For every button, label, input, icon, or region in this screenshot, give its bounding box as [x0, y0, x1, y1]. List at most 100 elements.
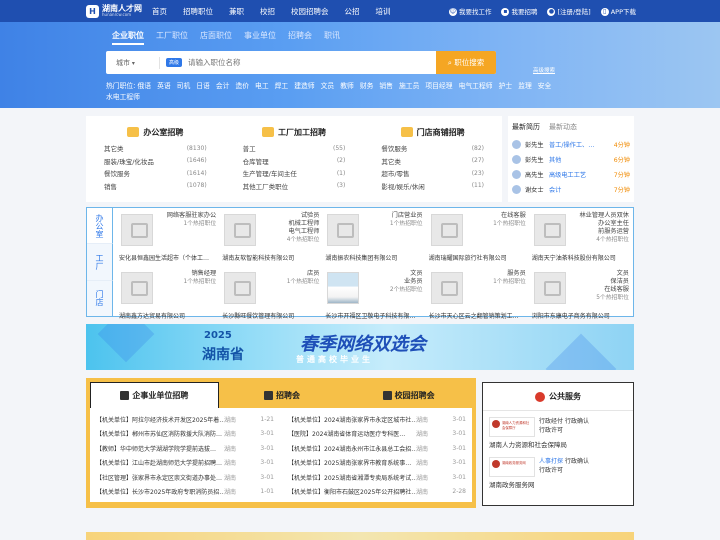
service-link[interactable]: 人事打探 — [539, 458, 563, 465]
hot-link[interactable]: 会计 — [216, 82, 230, 90]
category-row[interactable]: 超市/零售 (23) — [381, 167, 484, 180]
nav-training[interactable]: 培训 — [376, 6, 391, 17]
employer-card[interactable]: 店员 1个热招职位 长沙縣旺餐饮管理有限公司 — [220, 270, 323, 320]
listing-title[interactable]: 【教师】华中师范大学湖湖学院学提前选拔… — [96, 444, 224, 453]
company-logo[interactable] — [121, 272, 153, 304]
hot-link[interactable]: 安全 — [538, 82, 552, 90]
company-logo[interactable] — [327, 214, 360, 246]
listing-title[interactable]: 【机关单位】2024湖南张家界市永定区城市社… — [288, 415, 416, 424]
company-name[interactable]: 湖南天宁油茶科技股份有限公司 — [532, 253, 632, 262]
category-row[interactable]: 影视/娱乐/休闲 (11) — [381, 180, 484, 193]
listing-title[interactable]: 【机关单位】衡阳市石鼓区2025年公开招聘社… — [288, 487, 416, 496]
listing-title[interactable]: 【医院】2024湖南省体育运动医疗专科医… — [288, 429, 416, 438]
job-title[interactable]: 电气工程师 — [287, 228, 319, 236]
listing-title[interactable]: 【机关单位】郴州市苏仙区消防救援大队消防… — [96, 429, 224, 438]
nav-campus-fair[interactable]: 校园招聘会 — [291, 6, 329, 17]
job-title[interactable]: 前服务运营 — [579, 228, 629, 236]
hot-link[interactable]: 销售 — [379, 82, 393, 90]
hot-link[interactable]: 文员 — [321, 82, 335, 90]
company-name[interactable]: 浏阳市东康电子商务有限公司 — [532, 311, 632, 320]
nav-parttime[interactable]: 兼职 — [229, 6, 244, 17]
tab-institution[interactable]: 事业单位 — [244, 30, 276, 45]
employer-card[interactable]: 服务员 1个热招职位 长沙市天心区云之翻管销策划工… — [427, 270, 530, 320]
nav-public-exam[interactable]: 公招 — [345, 6, 360, 17]
service-name[interactable]: 湖南政务服务网 — [489, 479, 535, 489]
category-row[interactable]: 餐饮服务 (82) — [381, 142, 484, 155]
company-name[interactable]: 长沙市天心区云之翻管销策划工… — [429, 311, 529, 320]
listing-title[interactable]: 【机关单位】长沙市2025年政府专职消防员招… — [96, 487, 224, 496]
list-item[interactable]: 【教师】华中师范大学湖湖学院学提前选拔… 湖南 3-01 — [96, 441, 274, 456]
employer-card[interactable]: 销售经理 1个热招职位 湖南鑫方达贸易有限公司 — [117, 270, 220, 320]
login-link[interactable]: ● [注册/登陆] — [547, 6, 591, 16]
category-row[interactable]: 其它类 (8130) — [104, 142, 207, 155]
employer-card[interactable]: 林业管理人员双休 办公室主任 前服务运营 4个热招职位 湖南天宁油茶科技股份有限公司 — [530, 212, 633, 262]
tab-campus-fairs[interactable]: 校园招聘会 — [345, 382, 472, 408]
employer-card[interactable]: 门店营业员 1个热招职位 湖南振农科技集团有限公司 — [323, 212, 426, 262]
nav-home[interactable]: 首页 — [152, 6, 167, 17]
company-name[interactable]: 安化县恒鑫园生活超市（个体工… — [119, 253, 219, 262]
listing-title[interactable]: 【机关单位】2024湖南永州市江永县总工会招… — [288, 444, 416, 453]
employer-card[interactable]: 在线客服 1个热招职位 湖南瑞耀国际旅行社有限公司 — [427, 212, 530, 262]
tab-factory[interactable]: 工厂职位 — [156, 30, 188, 45]
list-item[interactable]: 【机关单位】衡阳市石鼓区2025年公开招聘社… 湖南 2-28 — [288, 485, 466, 500]
advanced-search-link[interactable]: 高级搜索 — [533, 66, 555, 74]
hot-link[interactable]: 水电工程师 — [106, 93, 140, 101]
tab-job-fairs[interactable]: 招聘会 — [219, 382, 346, 408]
job-title[interactable]: 文员 — [596, 270, 629, 278]
company-logo[interactable] — [430, 214, 463, 246]
hire-link[interactable]: ▪ 我要招聘 — [501, 6, 537, 16]
job-title[interactable]: 办公室主任 — [579, 220, 629, 228]
hot-link[interactable]: 司机 — [177, 82, 191, 90]
job-title[interactable]: 门店营业员 — [390, 212, 423, 220]
job-title[interactable]: 网络客服驻家办公 — [167, 212, 217, 220]
company-logo[interactable] — [533, 272, 566, 304]
nav-campus[interactable]: 校招 — [260, 6, 275, 17]
job-title[interactable]: 在线客服 — [493, 212, 526, 220]
tab-enterprise[interactable]: 企业职位 — [112, 30, 144, 45]
hot-link[interactable]: 项目经理 — [425, 82, 452, 90]
search-button[interactable]: ⌕ 职位搜索 — [436, 51, 496, 74]
tab-institution-jobs[interactable]: 企事业单位招聘 — [90, 382, 219, 408]
list-item[interactable]: 【机关单位】江山市赴湖南师范大学提前招聘… 湖南 3-01 — [96, 456, 274, 471]
job-title[interactable]: 试验员 — [287, 212, 320, 220]
job-title[interactable]: 业务员 — [390, 278, 423, 286]
hot-link[interactable]: 建造师 — [294, 82, 314, 90]
list-item[interactable]: 【机关单位】长沙市2025年政府专职消防员招… 湖南 1-01 — [96, 485, 274, 500]
hot-link[interactable]: 造价 — [235, 82, 249, 90]
hot-link[interactable]: 焊工 — [275, 82, 289, 90]
job-title[interactable]: 销售经理 — [184, 270, 216, 278]
job-title[interactable]: 林业管理人员双休 — [579, 212, 629, 220]
feed-row[interactable]: 高先生 高级电工工艺 7分钟 — [512, 167, 630, 182]
job-title[interactable]: 保洁员 — [596, 278, 629, 286]
feed-row[interactable]: 谢女士 会计 7分钟 — [512, 182, 630, 197]
promo-banner[interactable]: 2025 湖南省 春季网络双选会 普通高校毕业生 — [86, 324, 634, 370]
category-row[interactable]: 仓库管理 (2) — [243, 155, 346, 168]
hot-link[interactable]: 电气工程师 — [459, 82, 493, 90]
service-link[interactable]: 行政经付 — [539, 418, 563, 425]
hrss-logo[interactable]: 湖南人力资源和社会保障厅 — [489, 417, 535, 437]
category-row[interactable]: 餐饮服务 (1614) — [104, 167, 207, 180]
service-link[interactable]: 行政确认 — [565, 418, 589, 425]
job-title[interactable]: 机械工程师 — [287, 220, 319, 228]
list-item[interactable]: 【机关单位】郴州市苏仙区消防救援大队消防… 湖南 3-01 — [96, 427, 274, 442]
company-name[interactable]: 湖南鑫方达贸易有限公司 — [119, 311, 219, 320]
feed-row[interactable]: 彭先生 普工/操作工、… 4分钟 — [512, 137, 630, 152]
tab-job-fair[interactable]: 招聘会 — [288, 30, 312, 45]
company-logo[interactable] — [224, 272, 257, 304]
listing-title[interactable]: 【社区管理】张家界市永定区崇文街道办事处… — [96, 473, 224, 482]
employer-card[interactable]: 文员 保洁员 在线客服 5个热招职位 浏阳市东康电子商务有限公司 — [530, 270, 633, 320]
company-logo[interactable] — [224, 214, 257, 246]
listing-title[interactable]: 【机关单位】阿拉尔经济技术开发区2025年着… — [96, 415, 224, 424]
company-name[interactable]: 长沙縣旺餐饮管理有限公司 — [222, 311, 322, 320]
category-row[interactable]: 其它类 (27) — [381, 155, 484, 168]
category-row[interactable]: 销售 (1078) — [104, 180, 207, 193]
tab-factory-side[interactable]: 工厂 — [87, 244, 113, 281]
site-logo[interactable]: H 湖南人才网 hunanrcw.com — [86, 4, 148, 18]
hot-link[interactable]: 施工员 — [399, 82, 419, 90]
service-link[interactable]: 行政许可 — [539, 467, 563, 474]
hot-link[interactable]: 监理 — [518, 82, 532, 90]
service-link[interactable]: 行政确认 — [565, 458, 589, 465]
find-job-link[interactable]: ☺ 我要找工作 — [448, 6, 491, 16]
company-logo[interactable] — [430, 272, 463, 304]
list-item[interactable]: 【机关单位】阿拉尔经济技术开发区2025年着… 湖南 1-21 — [96, 412, 274, 427]
